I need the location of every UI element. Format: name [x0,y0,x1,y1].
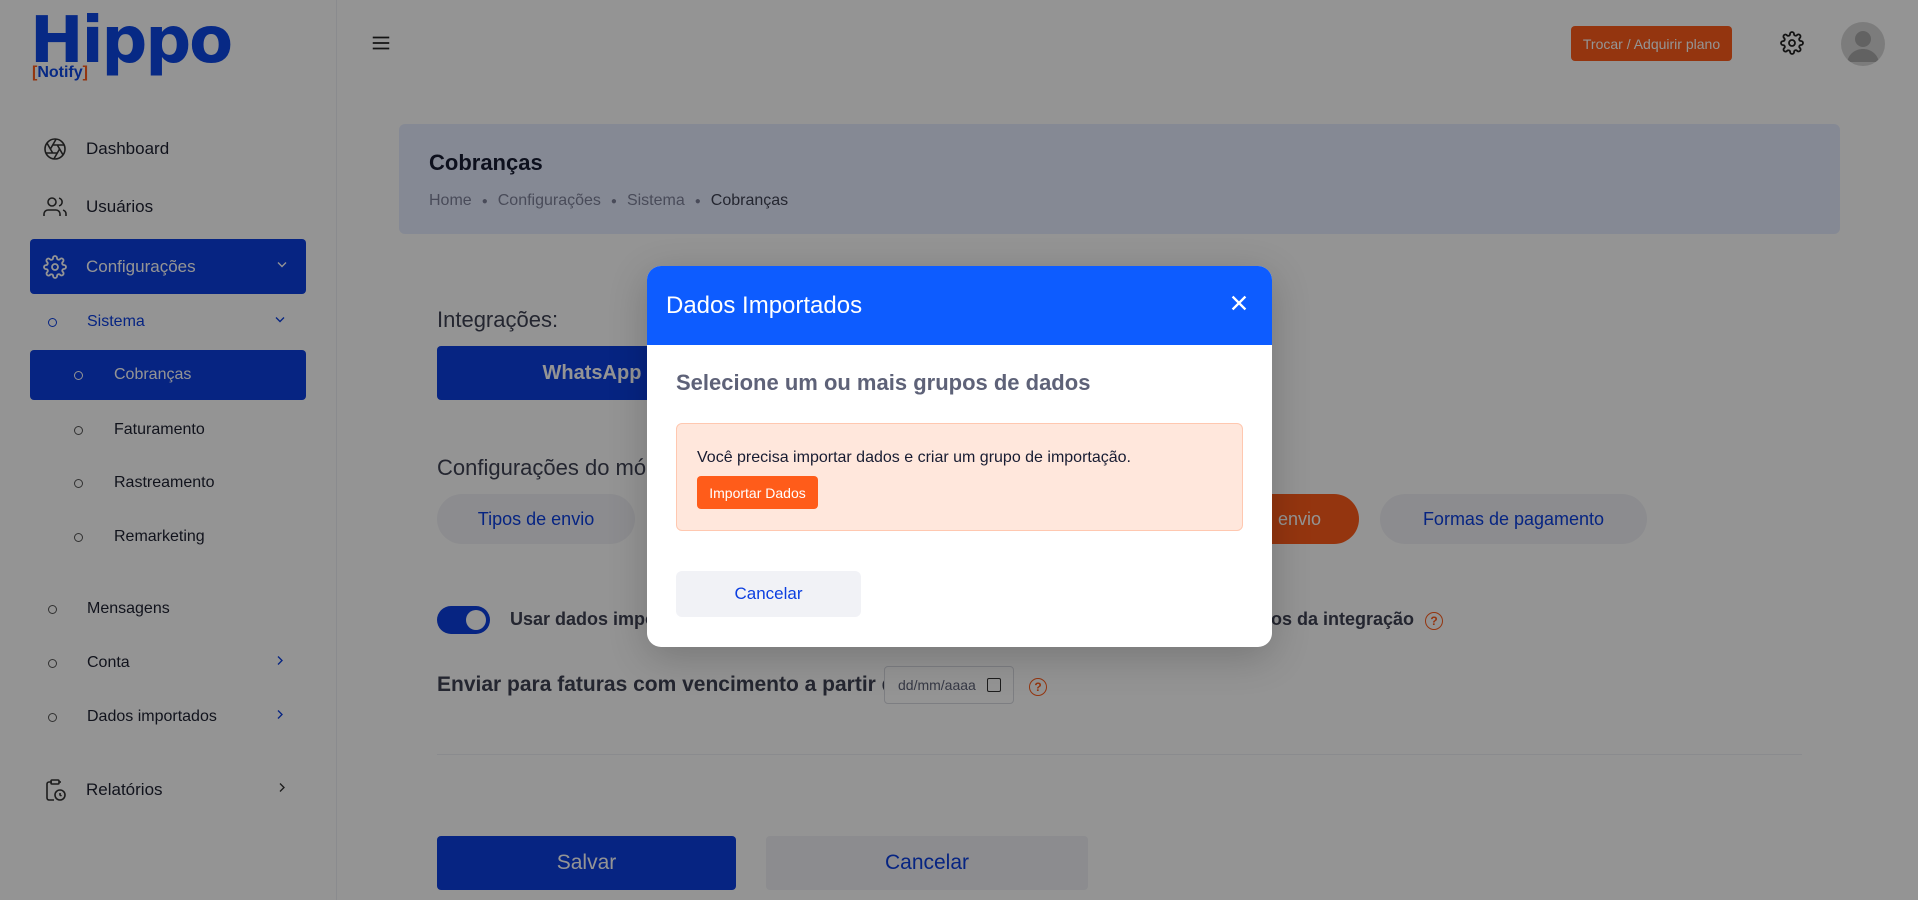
modal-subtitle: Selecione um ou mais grupos de dados [676,370,1091,395]
modal-header: Dados Importados [647,266,1272,345]
close-icon[interactable] [1228,292,1250,314]
warning-alert: Você precisa importar dados e criar um g… [676,423,1243,531]
imported-data-modal: Dados Importados Selecione um ou mais gr… [647,266,1272,647]
modal-cancel-button[interactable]: Cancelar [676,571,861,617]
modal-title: Dados Importados [666,292,863,319]
alert-message: Você precisa importar dados e criar um g… [697,449,1131,466]
import-data-button[interactable]: Importar Dados [697,476,818,509]
